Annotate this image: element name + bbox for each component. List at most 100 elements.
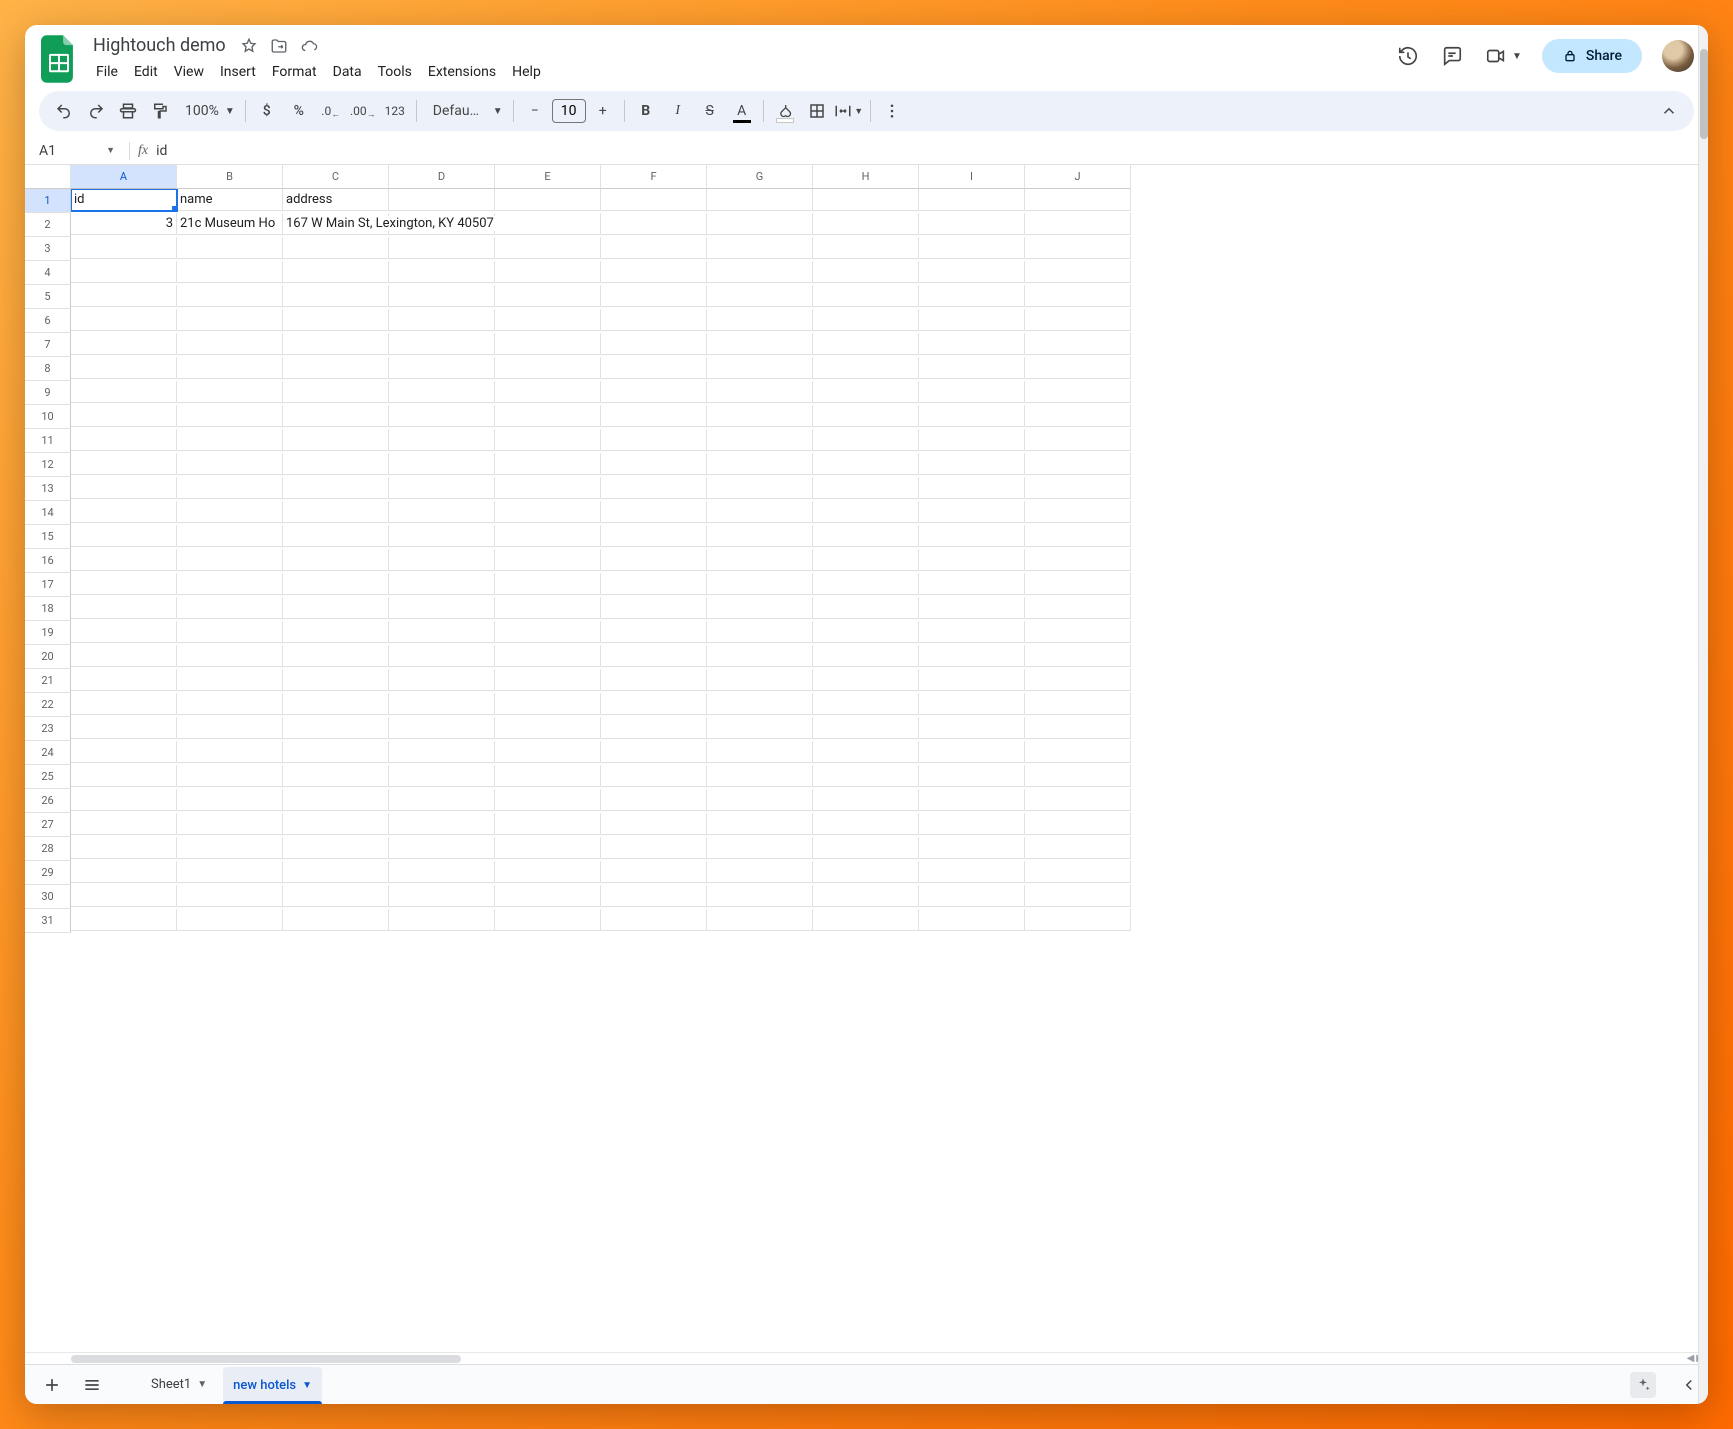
row-header[interactable]: 11 xyxy=(25,429,71,453)
increase-decimal-button[interactable]: .00→ xyxy=(348,96,378,126)
cell[interactable] xyxy=(707,333,813,355)
cell[interactable] xyxy=(707,597,813,619)
cell[interactable] xyxy=(919,549,1025,571)
cell[interactable] xyxy=(495,861,601,883)
cell[interactable] xyxy=(71,525,177,547)
side-panel-toggle[interactable] xyxy=(1680,1376,1698,1394)
cell[interactable] xyxy=(1025,549,1131,571)
column-header[interactable]: H xyxy=(813,165,919,189)
cell[interactable] xyxy=(389,429,495,451)
cell[interactable] xyxy=(283,765,389,787)
row-header[interactable]: 3 xyxy=(25,237,71,261)
cell[interactable] xyxy=(71,549,177,571)
cell[interactable] xyxy=(495,525,601,547)
chevron-down-icon[interactable]: ▼ xyxy=(197,1379,207,1390)
cell[interactable] xyxy=(495,429,601,451)
row-header[interactable]: 2 xyxy=(25,213,71,237)
cell[interactable] xyxy=(177,669,283,691)
row-header[interactable]: 30 xyxy=(25,885,71,909)
cell[interactable] xyxy=(707,837,813,859)
cell[interactable] xyxy=(919,789,1025,811)
more-formats-button[interactable]: 123 xyxy=(380,96,410,126)
row-header[interactable]: 9 xyxy=(25,381,71,405)
cell[interactable] xyxy=(601,405,707,427)
cell[interactable] xyxy=(283,477,389,499)
cell[interactable] xyxy=(389,501,495,523)
cell[interactable] xyxy=(707,765,813,787)
cell[interactable] xyxy=(919,645,1025,667)
cell[interactable] xyxy=(177,357,283,379)
italic-button[interactable]: I xyxy=(663,96,693,126)
column-header[interactable]: F xyxy=(601,165,707,189)
menu-help[interactable]: Help xyxy=(505,60,548,84)
cell[interactable] xyxy=(71,573,177,595)
cell[interactable] xyxy=(813,213,919,235)
cell[interactable] xyxy=(177,405,283,427)
cell[interactable] xyxy=(71,597,177,619)
cell[interactable] xyxy=(813,789,919,811)
cell[interactable] xyxy=(601,357,707,379)
cell[interactable] xyxy=(919,621,1025,643)
cell[interactable] xyxy=(813,357,919,379)
cell[interactable] xyxy=(71,693,177,715)
cell[interactable] xyxy=(283,645,389,667)
cell[interactable] xyxy=(707,693,813,715)
cell[interactable] xyxy=(71,477,177,499)
cell[interactable] xyxy=(813,309,919,331)
cell[interactable] xyxy=(1025,237,1131,259)
percent-button[interactable]: % xyxy=(284,96,314,126)
cell[interactable]: id xyxy=(71,189,177,211)
font-size-input[interactable]: 10 xyxy=(552,99,586,123)
cell[interactable] xyxy=(283,261,389,283)
cell[interactable] xyxy=(283,789,389,811)
cell[interactable] xyxy=(495,381,601,403)
cell[interactable] xyxy=(919,381,1025,403)
cell[interactable] xyxy=(389,237,495,259)
cell[interactable] xyxy=(177,717,283,739)
cell[interactable] xyxy=(813,405,919,427)
decrease-decimal-button[interactable]: .0← xyxy=(316,96,346,126)
cell[interactable] xyxy=(919,477,1025,499)
cell[interactable] xyxy=(177,813,283,835)
cell[interactable] xyxy=(495,645,601,667)
cell[interactable] xyxy=(601,885,707,907)
cell[interactable] xyxy=(601,645,707,667)
row-header[interactable]: 6 xyxy=(25,309,71,333)
menu-edit[interactable]: Edit xyxy=(127,60,165,84)
cloud-status-icon[interactable] xyxy=(300,37,318,55)
add-sheet-button[interactable] xyxy=(35,1370,69,1400)
move-icon[interactable] xyxy=(270,37,288,55)
cell[interactable] xyxy=(495,261,601,283)
cell[interactable] xyxy=(813,381,919,403)
cell[interactable] xyxy=(495,549,601,571)
cell[interactable] xyxy=(707,501,813,523)
cell[interactable] xyxy=(71,453,177,475)
cell[interactable] xyxy=(707,717,813,739)
cell[interactable] xyxy=(707,741,813,763)
cell[interactable] xyxy=(919,597,1025,619)
cell[interactable] xyxy=(707,789,813,811)
row-header[interactable]: 10 xyxy=(25,405,71,429)
cell[interactable] xyxy=(283,813,389,835)
cell[interactable] xyxy=(177,237,283,259)
cell[interactable] xyxy=(283,669,389,691)
doc-title[interactable]: Hightouch demo xyxy=(89,33,230,58)
cell[interactable] xyxy=(601,621,707,643)
cell[interactable] xyxy=(389,597,495,619)
cell[interactable] xyxy=(707,645,813,667)
cell[interactable] xyxy=(813,597,919,619)
row-header[interactable]: 21 xyxy=(25,669,71,693)
cell[interactable] xyxy=(919,909,1025,931)
cell[interactable] xyxy=(389,333,495,355)
cell[interactable] xyxy=(919,837,1025,859)
cell[interactable] xyxy=(495,213,601,235)
cell[interactable] xyxy=(1025,909,1131,931)
cell[interactable] xyxy=(707,573,813,595)
cell[interactable] xyxy=(1025,309,1131,331)
cell[interactable] xyxy=(177,429,283,451)
cell[interactable] xyxy=(813,645,919,667)
column-header[interactable]: C xyxy=(283,165,389,189)
cell[interactable] xyxy=(177,693,283,715)
cell[interactable] xyxy=(283,381,389,403)
cell[interactable] xyxy=(283,237,389,259)
